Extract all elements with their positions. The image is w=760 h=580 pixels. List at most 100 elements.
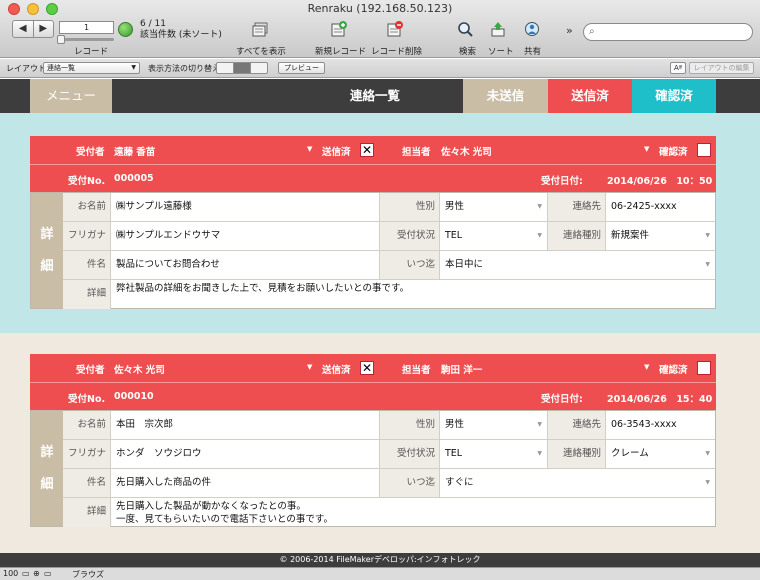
zoom-level[interactable]: 100 <box>3 569 18 578</box>
subject-label: 件名 <box>63 469 111 498</box>
name-field[interactable]: ㈱サンプル遠藤様 <box>111 193 380 222</box>
window-title: Renraku (192.168.50.123) <box>307 2 453 15</box>
detail-label: 詳細 <box>63 280 111 309</box>
unsent-filter-button[interactable]: 未送信 <box>463 79 548 113</box>
receiver-value[interactable]: 佐々木 光司 <box>114 362 165 376</box>
receiver-dropdown-icon[interactable]: ▼ <box>307 363 312 371</box>
found-set-pie-icon <box>118 22 133 37</box>
detail-field[interactable]: 先日購入した製品が動かなくなったとの事。 一度、見てもらいたいので電話下さいとの… <box>111 498 715 527</box>
mode-indicator[interactable]: ブラウズ <box>72 569 104 580</box>
gender-value: 男性 <box>445 419 465 430</box>
confirmed-checkbox[interactable] <box>697 143 711 157</box>
record-label: レコード <box>74 47 109 57</box>
sort-label[interactable]: ソート <box>488 45 514 57</box>
record-slider[interactable] <box>57 35 114 44</box>
slider-knob[interactable] <box>57 35 65 44</box>
deadline-value: すぐに <box>445 477 474 488</box>
detail-field[interactable]: 弊社製品の詳細をお聞きした上で、見積をお願いしたいとの事です。 <box>111 280 715 309</box>
gender-label: 性別 <box>380 193 440 222</box>
toggle-status-toolbar-icon[interactable]: ▭ <box>44 569 52 578</box>
edit-layout-button[interactable]: レイアウトの編集 <box>689 62 754 74</box>
status-label: 受付状況 <box>380 222 440 251</box>
zoom-in-icon[interactable]: ⊕ <box>33 569 40 578</box>
record-count-status: 該当件数 (未ソート) <box>140 30 222 40</box>
receiver-dropdown-icon[interactable]: ▼ <box>307 145 312 153</box>
gender-field[interactable]: 男性 ▼ <box>440 411 548 440</box>
contact-type-field[interactable]: クレーム ▼ <box>606 440 715 469</box>
share-label[interactable]: 共有 <box>524 45 541 57</box>
search-label[interactable]: 検索 <box>459 45 476 57</box>
show-all-label[interactable]: すべてを表示 <box>236 45 286 57</box>
assignee-value[interactable]: 佐々木 光司 <box>441 144 492 158</box>
contact-type-field[interactable]: 新規案件 ▼ <box>606 222 715 251</box>
confirmed-filter-button[interactable]: 確認済 <box>632 79 716 113</box>
status-field[interactable]: TEL ▼ <box>440 222 548 251</box>
form-view-button[interactable] <box>217 63 233 73</box>
copyright-footer: © 2006-2014 FileMakerデベロッパ:インフォトレック <box>0 553 760 567</box>
name-field[interactable]: 本田 宗次郎 <box>111 411 380 440</box>
new-record-icon[interactable] <box>330 21 348 37</box>
text-format-button[interactable]: Aª <box>670 62 686 74</box>
receipt-no-label: 受付No. <box>68 394 106 405</box>
furigana-label: フリガナ <box>63 440 111 469</box>
subject-field[interactable]: 先日購入した商品の件 <box>111 469 380 498</box>
contact-field[interactable]: 06-2425-xxxx <box>606 193 715 222</box>
assignee-dropdown-icon[interactable]: ▼ <box>644 145 649 153</box>
zoom-out-icon[interactable]: ▭ <box>22 569 30 578</box>
receiver-label: 受付者 <box>76 147 105 158</box>
contact-type-dropdown-icon: ▼ <box>705 232 710 239</box>
record-count-value: 6 / 11 <box>140 19 166 29</box>
contact-type-value: 新規案件 <box>611 230 650 241</box>
delete-record-label[interactable]: レコード削除 <box>371 45 422 57</box>
record-subheader: 受付No. 000010 受付日付: 2014/06/26 15：40 <box>30 382 716 410</box>
table-view-button[interactable] <box>250 63 267 73</box>
assignee-value[interactable]: 駒田 洋一 <box>441 362 482 376</box>
view-switch <box>216 62 268 74</box>
receipt-date-value[interactable]: 2014/06/26 10：50 <box>607 173 712 187</box>
receipt-date-label: 受付日付: <box>541 176 583 187</box>
receiver-value[interactable]: 遠藤 香苗 <box>114 144 155 158</box>
sent-checkbox[interactable]: ✕ <box>360 361 374 375</box>
show-all-icon[interactable] <box>252 22 270 38</box>
confirmed-checkbox[interactable] <box>697 361 711 375</box>
page-title: 連絡一覧 <box>349 88 400 103</box>
new-record-label[interactable]: 新規レコード <box>315 45 366 57</box>
detail-label: 詳細 <box>63 498 111 527</box>
assignee-dropdown-icon[interactable]: ▼ <box>644 363 649 371</box>
receiver-label: 受付者 <box>76 365 105 376</box>
detail-char-1: 詳 <box>40 227 54 242</box>
next-record-button[interactable]: ▶ <box>32 21 54 37</box>
window-toolbar: Renraku (192.168.50.123) ◀ ▶ 1 レコード 6 / … <box>0 0 760 58</box>
subject-field[interactable]: 製品についてお問合わせ <box>111 251 380 280</box>
record-number-field[interactable]: 1 <box>59 21 114 34</box>
deadline-field[interactable]: すぐに ▼ <box>440 469 715 498</box>
gender-dropdown-icon: ▼ <box>537 421 542 428</box>
deadline-field[interactable]: 本日中に ▼ <box>440 251 715 280</box>
delete-record-icon[interactable] <box>386 21 404 37</box>
sort-icon[interactable] <box>490 21 508 37</box>
record-count: 6 / 11 該当件数 (未ソート) <box>140 19 222 41</box>
gender-field[interactable]: 男性 ▼ <box>440 193 548 222</box>
sent-checkbox[interactable]: ✕ <box>360 143 374 157</box>
detail-char-2: 細 <box>40 477 54 492</box>
record-header: 受付者 佐々木 光司 ▼ 送信済 ✕ 担当者 駒田 洋一 ▼ 確認済 <box>30 354 716 382</box>
contact-type-label: 連絡種別 <box>548 222 606 251</box>
status-value: TEL <box>445 448 463 459</box>
list-view-button[interactable] <box>233 63 250 73</box>
contact-field[interactable]: 06-3543-xxxx <box>606 411 715 440</box>
furigana-field[interactable]: ㈱サンプルエンドウサマ <box>111 222 380 251</box>
furigana-field[interactable]: ホンダ ソウジロウ <box>111 440 380 469</box>
share-icon[interactable] <box>524 21 542 37</box>
receipt-date-value[interactable]: 2014/06/26 15：40 <box>607 391 712 405</box>
menu-button[interactable]: メニュー <box>30 79 112 113</box>
receipt-no-value: 000010 <box>114 391 154 402</box>
previous-record-button[interactable]: ◀ <box>13 21 33 37</box>
search-icon[interactable] <box>457 22 475 38</box>
layout-select[interactable]: 連絡一覧 ▼ <box>43 62 140 74</box>
contact-label: 連絡先 <box>548 411 606 440</box>
sent-filter-button[interactable]: 送信済 <box>548 79 632 113</box>
quick-find-field[interactable]: ⌕ <box>583 23 753 41</box>
status-field[interactable]: TEL ▼ <box>440 440 548 469</box>
preview-button[interactable]: プレビュー <box>278 62 325 74</box>
toolbar-overflow-button[interactable]: » <box>566 24 573 37</box>
